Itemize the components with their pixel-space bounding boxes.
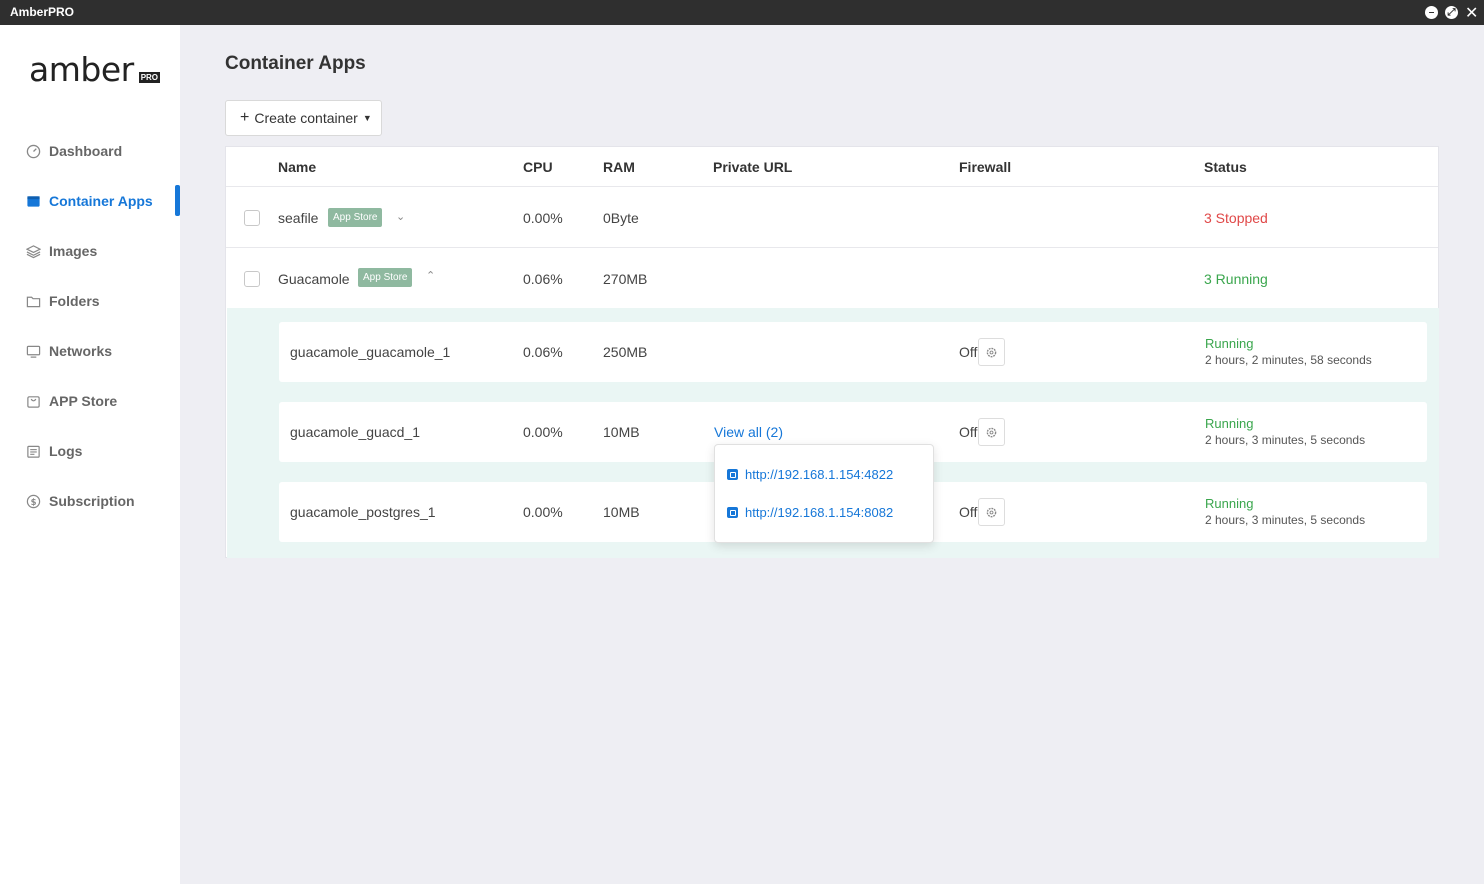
table-header: Name CPU RAM Private URL Firewall Status — [226, 147, 1438, 187]
container-name: guacamole_guacd_1 — [290, 424, 420, 440]
dollar-icon: $ — [25, 493, 41, 509]
cpu-value: 0.00% — [523, 424, 563, 440]
status-block: Running 2 hours, 3 minutes, 5 seconds — [1205, 416, 1365, 447]
sidebar: amber PRO Dashboard Container Apps Image… — [0, 25, 180, 884]
cpu-value: 0.00% — [523, 210, 563, 226]
maximize-icon[interactable]: ⤢ — [1445, 6, 1458, 19]
container-icon — [25, 193, 41, 209]
private-url-link[interactable]: http://192.168.1.154:4822 — [727, 467, 893, 482]
column-header-cpu: CPU — [523, 159, 553, 175]
app-store-badge: App Store — [328, 208, 383, 227]
sidebar-item-label: Networks — [49, 343, 113, 359]
sidebar-item-app-store[interactable]: APP Store — [25, 391, 117, 411]
private-url-link[interactable]: http://192.168.1.154:8082 — [727, 505, 893, 520]
sidebar-item-label: Logs — [49, 443, 83, 459]
column-header-firewall: Firewall — [959, 159, 1012, 175]
status-text: Running — [1205, 496, 1254, 511]
folder-icon — [25, 293, 41, 309]
chevron-up-icon[interactable]: ⌃ — [426, 269, 435, 282]
app-store-badge: App Store — [358, 268, 413, 287]
column-header-name: Name — [278, 159, 317, 175]
uptime-text: 2 hours, 3 minutes, 5 seconds — [1205, 433, 1366, 447]
sidebar-item-images[interactable]: Images — [25, 241, 97, 261]
gear-icon — [986, 427, 997, 437]
logo-badge: PRO — [138, 72, 161, 83]
table-row[interactable]: Guacamole App Store ⌃ 0.06% 270MB 3 Runn… — [226, 248, 1438, 308]
ram-value: 250MB — [603, 344, 648, 360]
chevron-down-icon[interactable]: ⌄ — [396, 210, 405, 223]
sidebar-item-label: Container Apps — [49, 193, 153, 209]
sidebar-item-container-apps[interactable]: Container Apps — [25, 191, 153, 211]
layers-icon — [25, 243, 41, 259]
sidebar-item-subscription[interactable]: $ Subscription — [25, 491, 135, 511]
firewall-value: Off — [959, 344, 978, 360]
firewall-settings-button[interactable] — [978, 338, 1005, 366]
dashboard-icon — [25, 143, 41, 159]
sidebar-item-networks[interactable]: Networks — [25, 341, 112, 361]
gear-icon — [986, 347, 997, 357]
status-text: Running — [1205, 336, 1254, 351]
external-link-icon — [727, 469, 738, 480]
ram-value: 270MB — [603, 271, 648, 287]
gear-icon — [986, 507, 997, 517]
private-url-text: http://192.168.1.154:8082 — [745, 505, 894, 520]
column-header-status: Status — [1204, 159, 1247, 175]
ram-value: 10MB — [603, 504, 640, 520]
row-checkbox[interactable] — [244, 271, 260, 287]
status-text: Running — [1205, 416, 1254, 431]
monitor-icon — [25, 343, 41, 359]
active-indicator — [175, 185, 180, 216]
firewall-value: Off — [959, 504, 978, 520]
page-title: Container Apps — [225, 53, 366, 74]
uptime-text: 2 hours, 3 minutes, 5 seconds — [1205, 513, 1366, 527]
cpu-value: 0.06% — [523, 271, 563, 287]
app-name: Guacamole — [278, 271, 350, 287]
sidebar-item-label: Folders — [49, 293, 100, 309]
status-text: 3 Stopped — [1204, 210, 1268, 226]
plus-icon: + — [240, 109, 250, 126]
title-bar: AmberPRO – ⤢ ✕ — [0, 0, 1484, 25]
sidebar-item-label: Dashboard — [49, 143, 123, 159]
ram-value: 10MB — [603, 424, 640, 440]
firewall-settings-button[interactable] — [978, 418, 1005, 446]
close-icon[interactable]: ✕ — [1465, 3, 1478, 23]
firewall-value: Off — [959, 424, 978, 440]
minimize-icon[interactable]: – — [1425, 6, 1438, 19]
container-row[interactable]: guacamole_guacamole_1 0.06% 250MB Off Ru… — [279, 322, 1427, 382]
column-header-private-url: Private URL — [713, 159, 793, 175]
column-header-ram: RAM — [603, 159, 635, 175]
caret-down-icon: ▼ — [362, 113, 372, 123]
sidebar-item-folders[interactable]: Folders — [25, 291, 100, 311]
logs-icon — [25, 443, 41, 459]
app-title: AmberPRO — [10, 5, 75, 19]
sidebar-item-dashboard[interactable]: Dashboard — [25, 141, 122, 161]
row-checkbox[interactable] — [244, 210, 260, 226]
status-block: Running 2 hours, 3 minutes, 5 seconds — [1205, 496, 1365, 527]
cpu-value: 0.00% — [523, 504, 563, 520]
sidebar-item-label: Subscription — [49, 493, 135, 509]
private-url-text: http://192.168.1.154:4822 — [745, 467, 894, 482]
create-container-button[interactable]: + Create container ▼ — [225, 100, 382, 136]
status-text: 3 Running — [1204, 271, 1268, 287]
table-row[interactable]: seafile App Store ⌄ 0.00% 0Byte 3 Stoppe… — [226, 188, 1438, 248]
logo: amber PRO — [29, 50, 161, 89]
private-url-popup: http://192.168.1.154:4822 http://192.168… — [714, 444, 934, 543]
ram-value: 0Byte — [603, 210, 639, 226]
status-block: Running 2 hours, 2 minutes, 58 seconds — [1205, 336, 1372, 367]
uptime-text: 2 hours, 2 minutes, 58 seconds — [1205, 353, 1372, 367]
sidebar-item-logs[interactable]: Logs — [25, 441, 82, 461]
create-container-label: Create container — [254, 110, 358, 126]
svg-text:$: $ — [30, 496, 36, 506]
sidebar-item-label: APP Store — [49, 393, 118, 409]
logo-word: amber — [29, 50, 134, 89]
container-name: guacamole_postgres_1 — [290, 504, 436, 520]
container-name: guacamole_guacamole_1 — [290, 344, 451, 360]
firewall-settings-button[interactable] — [978, 498, 1005, 526]
external-link-icon — [727, 507, 738, 518]
app-name: seafile — [278, 210, 319, 226]
view-all-urls-link[interactable]: View all (2) — [714, 424, 783, 440]
store-icon — [25, 393, 41, 409]
sidebar-item-label: Images — [49, 243, 98, 259]
cpu-value: 0.06% — [523, 344, 563, 360]
